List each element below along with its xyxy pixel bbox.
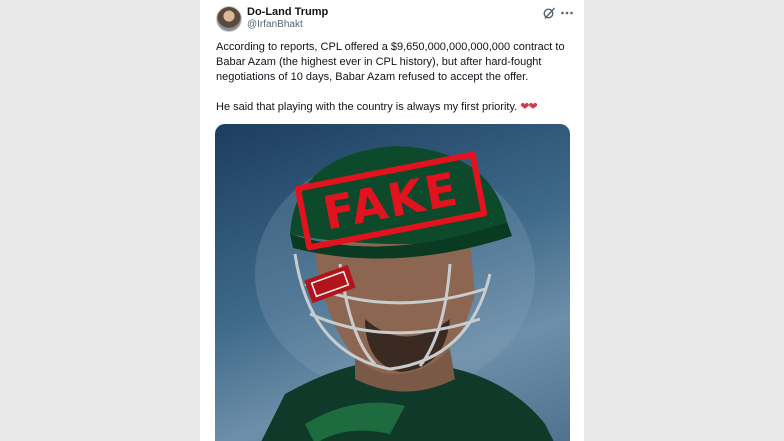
tweet-card: Do-Land Trump @IrfanBhakt According to r… bbox=[200, 0, 584, 441]
avatar[interactable] bbox=[216, 6, 242, 32]
author-display-name[interactable]: Do-Land Trump bbox=[247, 6, 328, 18]
tweet-paragraph: According to reports, CPL offered a $9,6… bbox=[216, 41, 565, 83]
tweet-paragraph: He said that playing with the country is… bbox=[216, 100, 576, 115]
tweet-image[interactable]: FAKE bbox=[215, 124, 570, 441]
tweet-paragraph-text: He said that playing with the country is… bbox=[216, 101, 518, 113]
author-handle[interactable]: @IrfanBhakt bbox=[247, 19, 303, 30]
tweet-text: According to reports, CPL offered a $9,6… bbox=[216, 40, 576, 115]
more-icon[interactable] bbox=[560, 6, 574, 20]
red-heart-emoji: ❤❤ bbox=[520, 101, 537, 113]
grok-icon[interactable] bbox=[542, 6, 556, 20]
